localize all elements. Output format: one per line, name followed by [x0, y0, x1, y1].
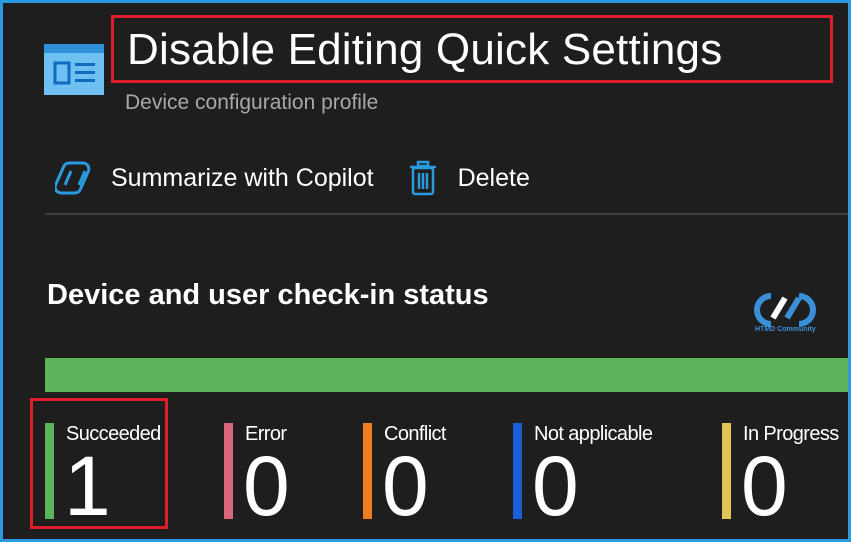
copilot-icon [55, 161, 91, 195]
stat-count: 0 [243, 439, 290, 533]
checkin-status-bar [45, 358, 848, 392]
delete-button[interactable]: Delete [374, 160, 530, 196]
profile-window-icon [44, 44, 104, 95]
delete-label: Delete [457, 163, 530, 192]
succeeded-highlight-box [30, 398, 168, 529]
stat-color-bar [363, 423, 372, 519]
summarize-label: Summarize with Copilot [111, 163, 374, 192]
stat-count: 0 [382, 439, 429, 533]
toolbar-divider [45, 213, 848, 215]
succeeded-bar-fill [45, 358, 848, 392]
page-frame: Disable Editing Quick Settings Device co… [0, 0, 851, 542]
stat-color-bar [224, 423, 233, 519]
watermark-text: HTMD Community [755, 326, 816, 333]
stat-count: 0 [532, 439, 579, 533]
summarize-with-copilot-button[interactable]: Summarize with Copilot [55, 159, 374, 197]
page-subtitle: Device configuration profile [125, 91, 379, 114]
stat-count: 0 [741, 439, 788, 533]
trash-icon [409, 160, 436, 196]
page-title: Disable Editing Quick Settings [127, 25, 723, 74]
stat-color-bar [722, 423, 731, 519]
section-title: Device and user check-in status [47, 279, 489, 311]
toolbar: Summarize with Copilot Delete [55, 155, 530, 201]
stat-color-bar [513, 423, 522, 519]
